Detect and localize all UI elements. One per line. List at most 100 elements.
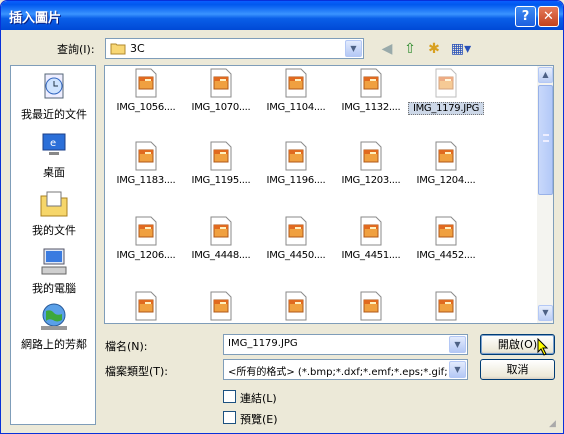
resize-grip-icon[interactable]: ◢ <box>549 419 561 431</box>
mouse-cursor-icon <box>537 338 549 356</box>
back-icon[interactable]: ◀ <box>377 39 397 59</box>
file-item[interactable] <box>258 291 334 323</box>
chevron-down-icon[interactable]: ▼ <box>449 361 466 378</box>
file-item[interactable]: IMG_1179.JPG <box>408 68 484 115</box>
file-name: IMG_1195.... <box>191 175 251 186</box>
scroll-down-button[interactable]: ▼ <box>538 305 553 321</box>
desktop-icon: e <box>42 133 66 155</box>
look-in-value: 3C <box>130 42 145 55</box>
my-computer-icon <box>41 248 67 275</box>
filename-field[interactable]: IMG_1179.JPG ▼ <box>223 334 468 355</box>
place-my-computer[interactable]: 我的電腦 <box>11 246 97 296</box>
place-label: 我最近的文件 <box>21 108 87 121</box>
image-file-icon <box>435 68 457 98</box>
file-item[interactable] <box>108 291 184 323</box>
image-file-icon <box>135 216 157 246</box>
file-list[interactable]: IMG_1056.... IMG_1070.... IMG_1104.... IMG_… <box>104 65 554 324</box>
close-button[interactable]: ✕ <box>538 6 559 27</box>
chevron-down-icon[interactable]: ▼ <box>345 40 362 57</box>
image-file-icon <box>210 216 232 246</box>
file-name: IMG_1104.... <box>266 102 326 113</box>
scroll-thumb[interactable] <box>538 85 553 195</box>
file-item[interactable]: IMG_1195.... <box>183 141 259 186</box>
file-name: IMG_1203.... <box>341 175 401 186</box>
place-label: 我的文件 <box>32 224 76 237</box>
image-file-icon <box>360 68 382 98</box>
look-in-dropdown[interactable]: 3C ▼ <box>105 38 364 59</box>
image-file-icon <box>135 68 157 98</box>
places-bar: 我最近的文件 e 桌面 我的文件 我的電腦 網路上的芳鄰 <box>10 65 96 425</box>
image-file-icon <box>210 291 232 321</box>
file-item[interactable] <box>408 291 484 323</box>
image-file-icon <box>435 141 457 171</box>
scroll-up-button[interactable]: ▲ <box>538 67 553 83</box>
file-item[interactable]: IMG_1196.... <box>258 141 334 186</box>
cancel-button[interactable]: 取消 <box>480 359 555 380</box>
vertical-scrollbar[interactable]: ▲ ▼ <box>537 66 553 323</box>
image-file-icon <box>210 141 232 171</box>
file-item[interactable] <box>183 291 259 323</box>
chevron-down-icon[interactable]: ▼ <box>449 336 466 353</box>
file-item[interactable]: IMG_1203.... <box>333 141 409 186</box>
file-item[interactable]: IMG_1204.... <box>408 141 484 186</box>
file-name: IMG_1204.... <box>416 175 476 186</box>
image-file-icon <box>285 216 307 246</box>
link-checkbox-label[interactable]: 連結(L) <box>240 390 277 406</box>
image-file-icon <box>360 216 382 246</box>
place-recent-documents[interactable]: 我最近的文件 <box>11 72 97 122</box>
place-my-documents[interactable]: 我的文件 <box>11 188 97 238</box>
file-item[interactable]: IMG_4451.... <box>333 216 409 261</box>
view-menu-icon[interactable]: ▦▾ <box>449 39 473 59</box>
file-name: IMG_1206.... <box>116 250 176 261</box>
file-name: IMG_1132.... <box>341 102 401 113</box>
filename-label: 檔名(N): <box>105 340 148 353</box>
file-item[interactable]: IMG_1104.... <box>258 68 334 113</box>
file-name: IMG_4451.... <box>341 250 401 261</box>
file-item[interactable]: IMG_4452.... <box>408 216 484 261</box>
file-item[interactable]: IMG_1056.... <box>108 68 184 113</box>
up-folder-icon[interactable]: ⇧ <box>400 39 420 59</box>
image-file-icon <box>360 141 382 171</box>
file-item[interactable]: IMG_4450.... <box>258 216 334 261</box>
file-item[interactable]: IMG_4448.... <box>183 216 259 261</box>
file-item[interactable]: IMG_1070.... <box>183 68 259 113</box>
image-file-icon <box>360 291 382 321</box>
preview-checkbox-label[interactable]: 預覽(E) <box>240 411 278 427</box>
image-file-icon <box>285 291 307 321</box>
look-in-label: 查詢(I): <box>57 43 95 56</box>
file-item[interactable] <box>333 291 409 323</box>
place-label: 我的電腦 <box>32 282 76 295</box>
new-folder-icon[interactable]: ✱ <box>424 39 444 59</box>
place-desktop[interactable]: e 桌面 <box>11 130 97 180</box>
file-name: IMG_1070.... <box>191 102 251 113</box>
place-label: 網路上的芳鄰 <box>21 338 87 351</box>
image-file-icon <box>135 291 157 321</box>
file-name: IMG_1183.... <box>116 175 176 186</box>
place-label: 桌面 <box>43 166 65 179</box>
file-item[interactable]: IMG_1183.... <box>108 141 184 186</box>
file-name: IMG_4452.... <box>416 250 476 261</box>
filename-value: IMG_1179.JPG <box>228 338 298 349</box>
file-name: IMG_1196.... <box>266 175 326 186</box>
file-name: IMG_1179.JPG <box>408 102 484 115</box>
network-places-icon <box>41 303 67 330</box>
insert-picture-dialog: 插入圖片 ? ✕ 查詢(I): 3C ▼ ◀ ⇧ ✱ ▦▾ 我最近的文件 e 桌… <box>0 0 564 434</box>
folder-icon <box>110 43 126 55</box>
image-file-icon <box>435 291 457 321</box>
file-item[interactable]: IMG_1206.... <box>108 216 184 261</box>
image-file-icon <box>135 141 157 171</box>
help-button[interactable]: ? <box>515 6 536 27</box>
preview-checkbox[interactable] <box>223 411 236 424</box>
file-name: IMG_1056.... <box>116 102 176 113</box>
image-file-icon <box>285 141 307 171</box>
dialog-title: 插入圖片 <box>9 11 62 26</box>
place-network-places[interactable]: 網路上的芳鄰 <box>11 302 97 352</box>
image-file-icon <box>435 216 457 246</box>
file-name: IMG_4450.... <box>266 250 326 261</box>
recent-documents-icon <box>44 73 64 99</box>
link-checkbox[interactable] <box>223 390 236 403</box>
title-bar[interactable]: 插入圖片 ? ✕ <box>1 1 563 30</box>
file-name: IMG_4448.... <box>191 250 251 261</box>
file-item[interactable]: IMG_1132.... <box>333 68 409 113</box>
filetype-dropdown[interactable]: <所有的格式> (*.bmp;*.dxf;*.emf;*.eps;*.gif; … <box>223 359 468 380</box>
